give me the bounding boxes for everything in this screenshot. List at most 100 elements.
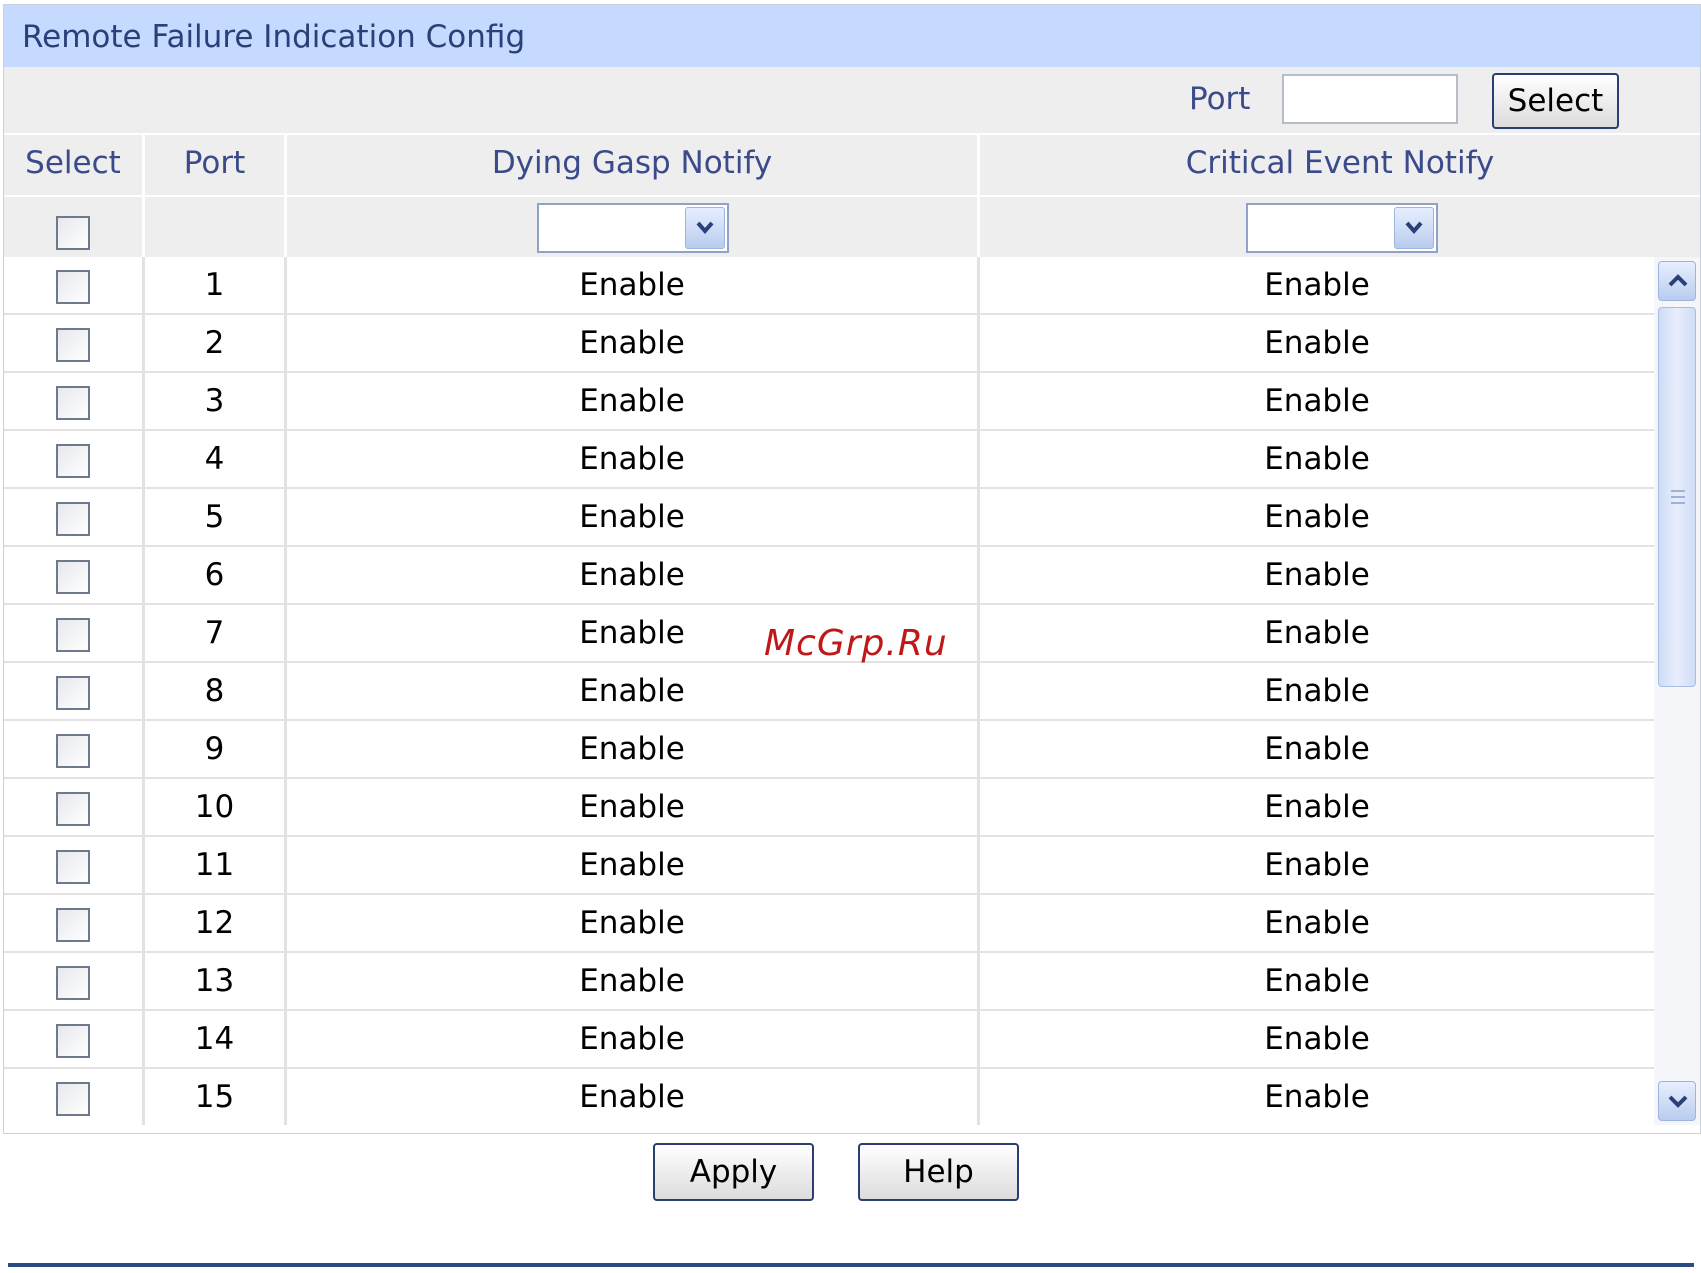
table-row: 10 Enable Enable: [4, 779, 1654, 837]
row-port: 1: [145, 257, 287, 313]
row-dying-gasp: Enable: [287, 431, 980, 487]
row-critical-event: Enable: [1264, 847, 1370, 883]
row-select-cell: [4, 315, 145, 371]
table-row: 6 Enable Enable: [4, 547, 1654, 605]
row-select-checkbox[interactable]: [56, 617, 90, 652]
row-select-checkbox[interactable]: [56, 385, 90, 420]
row-critical-event: Enable: [1264, 731, 1370, 767]
row-dying-gasp: Enable: [287, 489, 980, 545]
row-port: 12: [145, 895, 287, 951]
table-row: 8 Enable Enable: [4, 663, 1654, 721]
row-select-cell: [4, 373, 145, 429]
table-row: 1 Enable Enable: [4, 257, 1654, 315]
row-select-cell: [4, 257, 145, 313]
column-header-select: Select: [4, 135, 145, 195]
scroll-down-button[interactable]: [1658, 1081, 1696, 1121]
vertical-scrollbar[interactable]: [1654, 257, 1700, 1125]
row-dying-gasp: Enable: [287, 373, 980, 429]
critical-event-filter-cell: [980, 197, 1700, 257]
row-critical-event: Enable: [1264, 441, 1370, 477]
column-header-dying-gasp: Dying Gasp Notify: [287, 135, 980, 195]
row-port: 2: [145, 315, 287, 371]
help-button[interactable]: Help: [858, 1143, 1019, 1201]
row-port: 14: [145, 1011, 287, 1067]
grip-line: [1671, 490, 1685, 492]
table-row: 5 Enable Enable: [4, 489, 1654, 547]
row-select-cell: [4, 605, 145, 661]
row-select-cell: [4, 779, 145, 835]
row-select-checkbox[interactable]: [56, 849, 90, 884]
row-select-cell: [4, 721, 145, 777]
port-list: 1 Enable Enable 2 Enable Enable 3 Enable Enable 4…: [4, 257, 1654, 1125]
row-select-checkbox[interactable]: [56, 1023, 90, 1058]
row-port: 5: [145, 489, 287, 545]
table-row: 3 Enable Enable: [4, 373, 1654, 431]
row-select-cell: [4, 547, 145, 603]
dying-gasp-dropdown[interactable]: [537, 203, 729, 253]
row-critical-event: Enable: [1264, 1021, 1370, 1057]
table-row: 4 Enable Enable: [4, 431, 1654, 489]
table-row: 13 Enable Enable: [4, 953, 1654, 1011]
chevron-down-icon[interactable]: [685, 207, 725, 249]
chevron-down-icon: [1668, 1095, 1688, 1108]
row-dying-gasp: Enable: [287, 779, 980, 835]
row-select-checkbox[interactable]: [56, 965, 90, 1000]
row-dying-gasp: Enable: [287, 257, 980, 313]
row-critical-event: Enable: [1264, 557, 1370, 593]
row-select-cell: [4, 489, 145, 545]
row-select-checkbox[interactable]: [56, 733, 90, 768]
row-dying-gasp: Enable: [287, 1069, 980, 1125]
row-select-checkbox[interactable]: [56, 327, 90, 362]
scrollbar-thumb[interactable]: [1658, 307, 1696, 687]
row-select-cell: [4, 1069, 145, 1125]
remote-failure-indication-panel: Remote Failure Indication Config Port Se…: [3, 4, 1701, 1134]
row-port: 13: [145, 953, 287, 1009]
row-critical-event: Enable: [1264, 1079, 1370, 1115]
row-select-cell: [4, 663, 145, 719]
row-port: 6: [145, 547, 287, 603]
row-port: 10: [145, 779, 287, 835]
row-select-cell: [4, 837, 145, 893]
row-critical-event: Enable: [1264, 963, 1370, 999]
row-dying-gasp: Enable: [287, 547, 980, 603]
row-select-checkbox[interactable]: [56, 559, 90, 594]
row-critical-event: Enable: [1264, 905, 1370, 941]
row-select-checkbox[interactable]: [56, 443, 90, 478]
row-dying-gasp: Enable: [287, 663, 980, 719]
port-search-input[interactable]: [1282, 74, 1458, 124]
watermark: McGrp.Ru: [764, 623, 948, 664]
scroll-up-button[interactable]: [1658, 261, 1696, 301]
row-select-cell: [4, 1011, 145, 1067]
row-select-checkbox[interactable]: [56, 907, 90, 942]
critical-event-dropdown[interactable]: [1246, 203, 1438, 253]
row-dying-gasp: Enable: [287, 1011, 980, 1067]
title-bar: Remote Failure Indication Config: [4, 5, 1700, 67]
select-all-checkbox[interactable]: [56, 215, 90, 250]
row-select-cell: [4, 953, 145, 1009]
grip-line: [1671, 496, 1685, 498]
row-dying-gasp: Enable: [287, 721, 980, 777]
apply-button[interactable]: Apply: [653, 1143, 814, 1201]
row-select-checkbox[interactable]: [56, 791, 90, 826]
bottom-divider: [8, 1263, 1694, 1267]
row-select-cell: [4, 895, 145, 951]
dying-gasp-filter-cell: [287, 197, 980, 257]
column-header-critical-event: Critical Event Notify: [1185, 145, 1495, 181]
row-critical-event: Enable: [1264, 615, 1370, 651]
row-select-checkbox[interactable]: [56, 501, 90, 536]
filter-port-cell: [145, 197, 287, 257]
row-select-checkbox[interactable]: [56, 675, 90, 710]
row-dying-gasp: Enable: [287, 895, 980, 951]
table-row: 9 Enable Enable: [4, 721, 1654, 779]
select-port-button[interactable]: Select: [1492, 73, 1619, 129]
row-port: 7: [145, 605, 287, 661]
row-select-checkbox[interactable]: [56, 1081, 90, 1116]
row-select-checkbox[interactable]: [56, 269, 90, 304]
row-dying-gasp: Enable: [287, 953, 980, 1009]
table-row: 11 Enable Enable: [4, 837, 1654, 895]
chevron-down-icon[interactable]: [1394, 207, 1434, 249]
grip-line: [1671, 502, 1685, 504]
row-port: 3: [145, 373, 287, 429]
row-critical-event: Enable: [1264, 673, 1370, 709]
row-critical-event: Enable: [1264, 325, 1370, 361]
